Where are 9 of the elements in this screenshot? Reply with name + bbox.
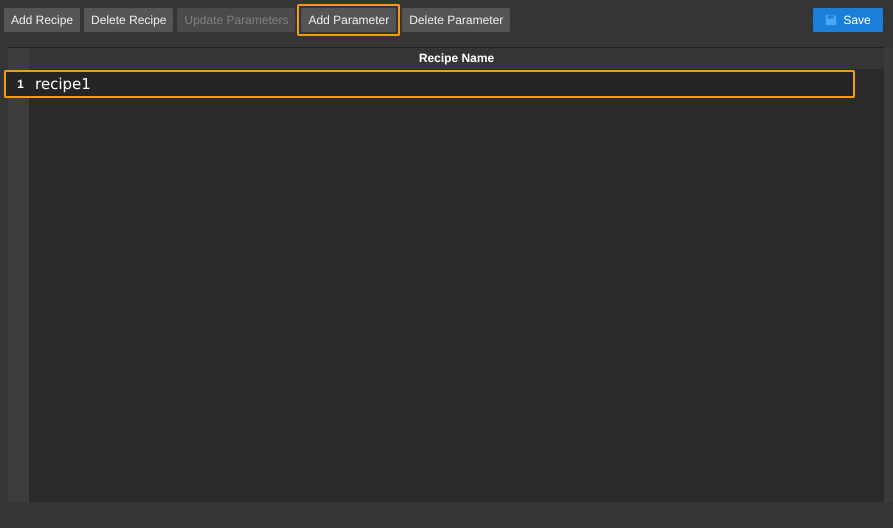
column-header: Recipe Name	[418, 50, 496, 67]
save-button[interactable]: Save	[813, 8, 883, 32]
row-number: 1	[16, 77, 25, 91]
toolbar-button[interactable]: Add Recipe	[4, 8, 80, 32]
toolbar-button[interactable]: Add Parameter	[301, 8, 396, 32]
table-row[interactable]: 1 recipe1	[4, 70, 855, 98]
toolbar-button[interactable]: Delete Parameter	[402, 8, 510, 32]
toolbar-button[interactable]: Delete Recipe	[84, 8, 174, 32]
table-cell: recipe1	[35, 75, 91, 93]
